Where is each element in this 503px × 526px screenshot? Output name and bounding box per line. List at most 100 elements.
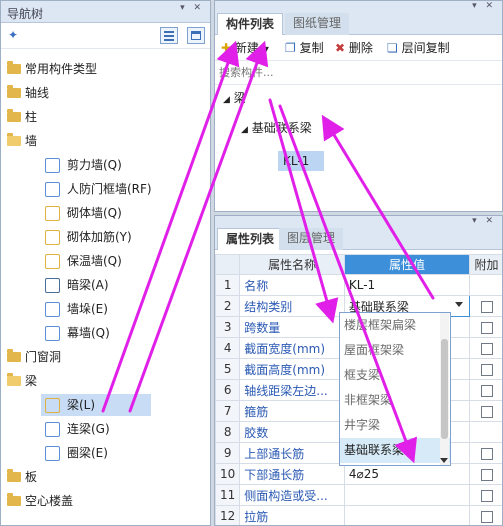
collapse-icon[interactable]: ◢ (223, 95, 230, 105)
nav-tree-item[interactable]: 连梁(G) (1, 417, 210, 441)
folder-icon (7, 61, 21, 74)
grid-view-icon[interactable] (187, 27, 205, 44)
property-name: 上部通长筋 (239, 442, 345, 464)
nav-tree-item-label: 圈梁(E) (67, 446, 108, 460)
nav-tree-item[interactable]: 门窗洞 (1, 345, 210, 369)
collapse-icon[interactable]: ◢ (241, 125, 248, 135)
chevron-down-icon[interactable] (455, 302, 464, 307)
property-value[interactable] (343, 484, 471, 506)
nav-tree-item[interactable]: 轴线 (1, 81, 210, 105)
dropdown-scrollbar[interactable] (440, 313, 449, 465)
list-view-icon[interactable] (160, 27, 178, 44)
row-number: 1 (215, 274, 241, 296)
nav-tree-item[interactable]: 常用构件类型 (1, 57, 210, 81)
attach-checkbox[interactable] (480, 468, 493, 481)
nav-tree-item[interactable]: 砌体墙(Q) (1, 201, 210, 225)
new-button[interactable]: ✚ 新建 ▼ (221, 39, 269, 57)
attach-checkbox[interactable] (480, 342, 493, 355)
attach-cell (469, 358, 502, 380)
property-name: 结构类别 (239, 295, 345, 317)
nav-tree-item[interactable]: 保温墙(Q) (1, 249, 210, 273)
property-tabs: ▾ ✕ 属性列表 图层管理 (215, 216, 502, 250)
attach-checkbox[interactable] (480, 321, 493, 334)
tab-component-list[interactable]: 构件列表 (217, 13, 284, 35)
delete-icon: ✖ (335, 41, 346, 55)
nav-tree-item[interactable]: 墙垛(E) (1, 297, 210, 321)
nav-tree-item[interactable]: 幕墙(Q) (1, 321, 210, 345)
nav-tree-item[interactable]: 空心楼盖 (1, 489, 210, 513)
property-name: 跨数量 (239, 316, 345, 338)
attach-checkbox[interactable] (480, 489, 493, 502)
nav-tree-item-label: 暗梁(A) (67, 278, 109, 292)
dropdown-option[interactable]: 屋面框架梁 (340, 338, 450, 363)
dropdown-option[interactable]: 框支梁 (340, 363, 450, 388)
attach-checkbox[interactable] (480, 510, 493, 523)
nav-tree-item[interactable]: 圈梁(E) (1, 441, 210, 465)
copy-button[interactable]: ❐ 复制 (285, 39, 324, 57)
nav-tree-item-label: 梁 (25, 374, 38, 388)
tree-group-row[interactable]: ◢ 基础联系梁 (241, 119, 312, 136)
attach-checkbox[interactable] (480, 384, 493, 397)
dropdown-option[interactable]: 基础联系梁 (340, 438, 450, 463)
nav-tree-item[interactable]: 梁 (1, 369, 210, 393)
attach-checkbox[interactable] (480, 300, 493, 313)
tab-drawing-manage[interactable]: 图纸管理 (285, 13, 350, 35)
nav-tree-item[interactable]: 砌体加筋(Y) (1, 225, 210, 249)
pin-close-icons[interactable]: ▾ ✕ (472, 1, 496, 11)
pin-close-icons[interactable]: ▾ ✕ (180, 3, 204, 13)
scroll-down-icon[interactable] (440, 458, 448, 463)
nav-tree-item-label: 人防门框墙(RF) (67, 182, 152, 196)
attach-checkbox[interactable] (480, 363, 493, 376)
nav-tree-item[interactable]: 板 (1, 465, 210, 489)
property-value[interactable] (343, 505, 471, 525)
attach-checkbox[interactable] (480, 405, 493, 418)
nav-tree-item-label: 梁(L) (67, 398, 96, 412)
header-name: 属性名称 (239, 254, 345, 275)
delete-button[interactable]: ✖ 删除 (335, 39, 373, 57)
dropdown-option[interactable]: 楼层框架扁梁 (340, 313, 450, 338)
tree-root-row[interactable]: ◢ 梁 (223, 89, 246, 106)
property-name: 截面高度(mm) (239, 358, 345, 380)
row-number: 7 (215, 400, 241, 422)
tab-layer-manage[interactable]: 图层管理 (279, 228, 344, 250)
component-tree: ◢ 梁 ◢ 基础联系梁 KL-1 (215, 85, 502, 185)
row-number: 12 (215, 505, 241, 525)
chevron-down-icon[interactable]: ▼ (263, 45, 269, 54)
nav-tree-item[interactable]: 柱 (1, 105, 210, 129)
header-add: 附加 (469, 254, 502, 275)
pin-close-icons[interactable]: ▾ ✕ (472, 216, 496, 226)
nav-tree-item[interactable]: 暗梁(A) (1, 273, 210, 297)
nav-tree-item[interactable]: 梁(L) (1, 393, 210, 417)
dropdown-option[interactable]: 非框架梁 (340, 388, 450, 413)
copy-label: 复制 (299, 41, 324, 55)
copy-icon: ❐ (285, 41, 296, 55)
search-input[interactable] (217, 63, 487, 82)
property-value-text: KL-1 (348, 278, 376, 292)
folder-icon (7, 85, 21, 98)
sparkle-icon[interactable]: ✦ (8, 28, 18, 42)
property-value[interactable]: KL-1 (343, 274, 471, 296)
folder-icon (7, 373, 21, 386)
tree-item-kl1[interactable]: KL-1 (278, 151, 324, 171)
nav-tree-item-label: 柱 (25, 110, 38, 124)
search-row (215, 61, 502, 85)
property-row: 11 侧面构造或受... (215, 484, 502, 506)
nav-toolbar: ✦ (1, 23, 210, 49)
dropdown-option[interactable]: 井字梁 (340, 413, 450, 438)
property-value[interactable]: 4⌀25 (343, 463, 471, 485)
component-list-panel: ▾ ✕ 构件列表 图纸管理 ✚ 新建 ▼ ❐ 复制 ✖ 删除 ❏ 层间复制 ◢ … (214, 0, 503, 212)
structure-type-dropdown[interactable]: 楼层框架扁梁 屋面框架梁 框支梁 非框架梁 井字梁 基础联系梁 (339, 312, 451, 466)
scrollbar-thumb[interactable] (441, 339, 448, 439)
header-num (215, 254, 241, 275)
property-row: 12 拉筋 (215, 505, 502, 525)
delete-label: 删除 (348, 41, 373, 55)
floor-copy-button[interactable]: ❏ 层间复制 (387, 39, 450, 57)
nav-tree-item[interactable]: 人防门框墙(RF) (1, 177, 210, 201)
attach-checkbox[interactable] (480, 447, 493, 460)
row-number: 8 (215, 421, 241, 443)
property-name: 拉筋 (239, 505, 345, 525)
nav-tree-item[interactable]: 剪力墙(Q) (1, 153, 210, 177)
nav-title-bar: 导航树 ▾ ✕ (1, 1, 210, 23)
tab-property-list[interactable]: 属性列表 (217, 228, 284, 250)
nav-tree-item[interactable]: 墙 (1, 129, 210, 153)
